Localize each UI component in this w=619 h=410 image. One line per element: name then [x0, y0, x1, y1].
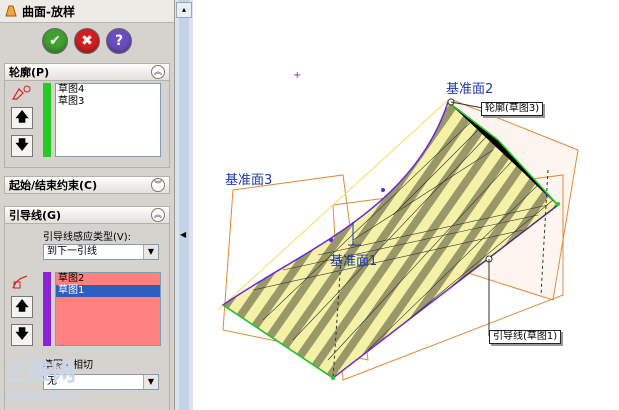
loft-surface-graphic: + [217, 70, 579, 381]
guide-callout[interactable]: 引导线(草图1) [489, 330, 562, 344]
guide-group-title: 引导线(G) [9, 209, 62, 222]
close-icon: ✖ [81, 33, 93, 49]
svg-text:+: + [293, 70, 301, 81]
splitter-track [179, 0, 189, 410]
arrow-up-icon: 🡅 [15, 299, 29, 314]
profile-group-header[interactable]: 轮廓(P) ︽ [4, 63, 170, 81]
profile-callout[interactable]: 轮廓(草图3) [481, 102, 544, 116]
list-item-selected[interactable]: 草图1 [56, 285, 160, 297]
profile-group-title: 轮廓(P) [9, 66, 50, 79]
collapse-panel-icon[interactable]: ▴ [176, 2, 192, 18]
arrow-down-icon: 🡇 [15, 327, 29, 342]
panel-splitter[interactable]: ▴ ◀ [175, 0, 193, 410]
profile-list[interactable]: 草图4 草图3 [55, 83, 161, 157]
cancel-button[interactable]: ✖ [74, 28, 100, 54]
loft-surface-icon [5, 5, 17, 17]
guide-curve-icon [12, 275, 28, 289]
move-up-button[interactable]: 🡅 [11, 107, 33, 129]
splitter-grip-icon[interactable]: ◀ [180, 230, 186, 239]
move-down-button[interactable]: 🡇 [11, 324, 33, 346]
move-up-button[interactable]: 🡅 [11, 296, 33, 318]
help-icon: ? [114, 33, 124, 49]
ok-button[interactable]: ✔ [42, 28, 68, 54]
arrow-down-icon: 🡇 [15, 138, 29, 153]
plane1-label[interactable]: 基准面1 [330, 250, 377, 269]
plane3-label[interactable]: 基准面3 [225, 169, 272, 188]
guide-type-label: 引导线感应类型(V): [43, 232, 132, 243]
chevron-down-icon[interactable]: ▼ [143, 245, 158, 259]
move-down-button[interactable]: 🡇 [11, 135, 33, 157]
collapse-up-icon[interactable]: ︽ [151, 208, 165, 222]
expand-down-icon[interactable]: ︾ [151, 178, 165, 192]
plane2-label[interactable]: 基准面2 [446, 78, 493, 97]
watermark-logo: 三维网 [4, 358, 76, 386]
guide-type-select[interactable]: 到下一引线 ▼ [43, 244, 159, 260]
guide-group-header[interactable]: 引导线(G) ︽ [4, 206, 170, 224]
startend-group-header[interactable]: 起始/结束约束(C) ︾ [4, 176, 170, 194]
collapse-up-icon[interactable]: ︽ [151, 65, 165, 79]
list-item[interactable]: 草图2 [56, 273, 160, 285]
guide-color-bar [43, 272, 51, 346]
guide-list[interactable]: 草图2 草图1 [55, 272, 161, 346]
startend-group-title: 起始/结束约束(C) [9, 179, 98, 192]
list-item[interactable]: 草图4 [56, 84, 160, 96]
profile-icon [11, 85, 31, 100]
chevron-down-icon[interactable]: ▼ [143, 375, 158, 389]
feature-title: 曲面-放样 [22, 4, 75, 19]
guide-type-value: 到下一引线 [47, 246, 97, 257]
graphics-viewport[interactable]: + 基准面2 基准面3 基准面1 轮廓(草图3) 引导线(草图1) [193, 0, 619, 410]
list-item[interactable]: 草图3 [56, 96, 160, 108]
watermark-url: 3dPortal.cn [6, 390, 78, 403]
property-manager-panel: 曲面-放样 ✔ ✖ ? 轮廓(P) ︽ 🡅 🡇 草图4 草图3 起始/结束约束(… [0, 0, 175, 410]
arrow-up-icon: 🡅 [15, 110, 29, 125]
check-icon: ✔ [49, 33, 61, 49]
profile-color-bar [43, 83, 51, 157]
help-button[interactable]: ? [106, 28, 132, 54]
action-buttons-row: ✔ ✖ ? [0, 23, 174, 59]
profile-group-body: 🡅 🡇 草图4 草图3 [4, 81, 170, 168]
feature-title-bar: 曲面-放样 [0, 0, 174, 23]
